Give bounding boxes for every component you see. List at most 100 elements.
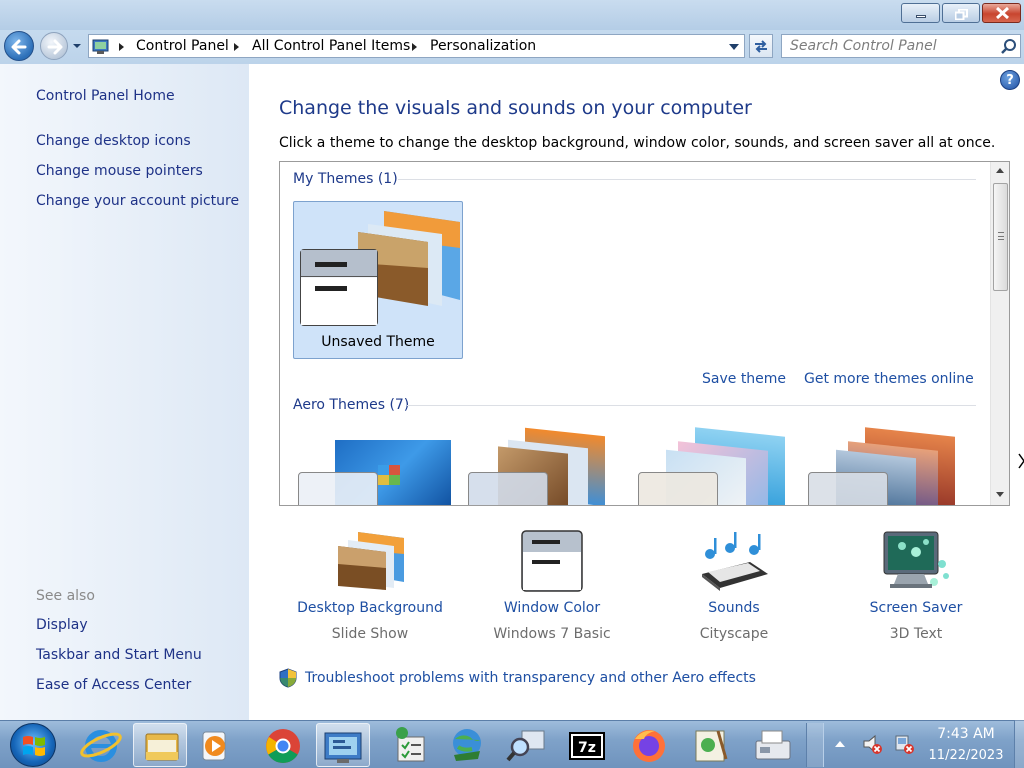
recent-pages-button[interactable] [71, 40, 83, 52]
refresh-icon [755, 40, 767, 53]
clock-time[interactable]: 7:43 AM [924, 726, 1008, 742]
network-search-icon [506, 730, 545, 762]
chevron-down-icon [73, 44, 81, 48]
taskbar-chrome[interactable] [256, 723, 310, 767]
sounds-item[interactable]: Sounds Cityscape [643, 530, 825, 648]
breadcrumb-all-items[interactable]: All Control Panel Items [252, 38, 410, 54]
taskbar-divider [806, 723, 824, 767]
theme-unsaved[interactable]: Unsaved Theme [293, 201, 463, 359]
task-pane: Control Panel Home Change desktop icons … [0, 64, 249, 720]
scroll-thumb[interactable] [993, 183, 1008, 291]
network-disconnected-icon[interactable] [893, 733, 915, 755]
get-more-themes-link[interactable]: Get more themes online [804, 371, 974, 387]
save-theme-link[interactable]: Save theme [702, 371, 786, 387]
breadcrumb-personalization[interactable]: Personalization [430, 38, 536, 54]
breadcrumb-control-panel[interactable]: Control Panel [136, 38, 229, 54]
vertical-scrollbar[interactable] [990, 162, 1009, 505]
theme-name: Unsaved Theme [321, 334, 435, 350]
show-desktop-button[interactable] [1014, 720, 1024, 768]
restore-icon [954, 8, 968, 21]
sounds-value: Cityscape [699, 626, 769, 642]
forward-button[interactable] [40, 32, 68, 60]
themes-list: My Themes (1) Unsaved Theme Save theme G… [279, 161, 1010, 506]
shield-icon [279, 668, 297, 688]
search-input[interactable] [790, 37, 995, 55]
taskbar-notepad-editor[interactable] [684, 723, 738, 767]
start-button[interactable] [10, 723, 56, 767]
screen-saver-link[interactable]: Screen Saver [825, 600, 1007, 616]
theme-characters[interactable] [638, 427, 793, 505]
taskbar-network-search[interactable] [500, 723, 554, 767]
search-box[interactable] [781, 34, 1021, 58]
window-color-value: Windows 7 Basic [493, 626, 611, 642]
scroll-down-icon[interactable] [996, 492, 1004, 497]
main-content: ? Change the visuals and sounds on your … [249, 64, 1024, 720]
window-color-item[interactable]: Window Color Windows 7 Basic [461, 530, 643, 648]
back-arrow-icon [11, 39, 27, 55]
taskbar-control-panel[interactable] [316, 723, 370, 767]
taskbar-media-player[interactable] [190, 723, 244, 767]
clock-date[interactable]: 11/22/2023 [918, 748, 1014, 763]
theme-windows-7[interactable] [298, 437, 453, 505]
group-divider [398, 179, 976, 180]
taskbar-fax-scan[interactable] [746, 723, 800, 767]
taskbar-internet-explorer[interactable] [74, 723, 128, 767]
close-button[interactable] [982, 3, 1021, 23]
navigation-bar: Control Panel All Control Panel Items Pe… [0, 30, 1024, 64]
theme-architecture[interactable] [468, 427, 623, 505]
sounds-link[interactable]: Sounds [643, 600, 825, 616]
screen-saver-icon [883, 531, 949, 588]
desktop-background-item[interactable]: Desktop Background Slide Show [279, 530, 461, 648]
mouse-cursor-icon [1018, 453, 1024, 469]
speaker-muted-icon[interactable] [861, 733, 883, 755]
address-bar[interactable]: Control Panel All Control Panel Items Pe… [88, 34, 745, 58]
window-color-link[interactable]: Window Color [461, 600, 643, 616]
taskbar-start-menu-link[interactable]: Taskbar and Start Menu [36, 647, 202, 663]
display-link[interactable]: Display [36, 617, 88, 633]
close-icon [995, 6, 1010, 20]
control-panel-home-link[interactable]: Control Panel Home [36, 88, 175, 104]
forward-arrow-icon [47, 39, 63, 55]
taskbar-firefox[interactable] [622, 723, 676, 767]
help-icon[interactable]: ? [1000, 70, 1020, 90]
page-description: Click a theme to change the desktop back… [279, 135, 996, 151]
title-bar [0, 0, 1024, 30]
firefox-icon [633, 730, 665, 762]
change-desktop-icons-link[interactable]: Change desktop icons [36, 133, 191, 149]
fax-scan-icon [755, 730, 791, 760]
change-account-picture-link[interactable]: Change your account picture [36, 193, 239, 209]
taskbar-7zip[interactable]: 7z [560, 723, 614, 767]
refresh-button[interactable] [749, 34, 773, 58]
svg-text:7z: 7z [578, 740, 596, 756]
ease-of-access-link[interactable]: Ease of Access Center [36, 677, 191, 693]
breadcrumb-separator-icon[interactable] [412, 43, 417, 51]
scroll-up-icon[interactable] [996, 168, 1004, 173]
desktop-background-icon [338, 532, 404, 590]
change-mouse-pointers-link[interactable]: Change mouse pointers [36, 163, 203, 179]
desktop-background-link[interactable]: Desktop Background [279, 600, 461, 616]
taskbar-task-manager[interactable] [384, 723, 438, 767]
breadcrumb-separator-icon[interactable] [234, 43, 239, 51]
sounds-icon [702, 532, 768, 591]
windows-logo-icon [23, 736, 45, 756]
chrome-icon [266, 729, 300, 763]
taskbar-windows-explorer[interactable] [133, 723, 187, 767]
troubleshoot-aero-link[interactable]: Troubleshoot problems with transparency … [305, 670, 756, 686]
search-icon[interactable] [1000, 38, 1017, 55]
desktop-background-value: Slide Show [331, 626, 409, 642]
screen-saver-item[interactable]: Screen Saver 3D Text [825, 530, 1007, 648]
taskbar-software-updater[interactable] [440, 723, 494, 767]
media-player-icon [202, 731, 226, 761]
address-dropdown-icon[interactable] [728, 42, 740, 52]
breadcrumb-separator-icon[interactable] [119, 43, 124, 51]
task-manager-icon [396, 727, 425, 762]
minimize-button[interactable] [901, 3, 940, 23]
see-also-heading: See also [36, 588, 95, 604]
folder-icon [145, 733, 179, 761]
7zip-icon: 7z [569, 732, 605, 760]
back-button[interactable] [4, 31, 34, 61]
my-themes-header: My Themes (1) [293, 171, 398, 187]
theme-landscapes[interactable] [808, 427, 963, 505]
restore-button[interactable] [942, 3, 980, 23]
show-hidden-icons-icon[interactable] [835, 741, 845, 747]
